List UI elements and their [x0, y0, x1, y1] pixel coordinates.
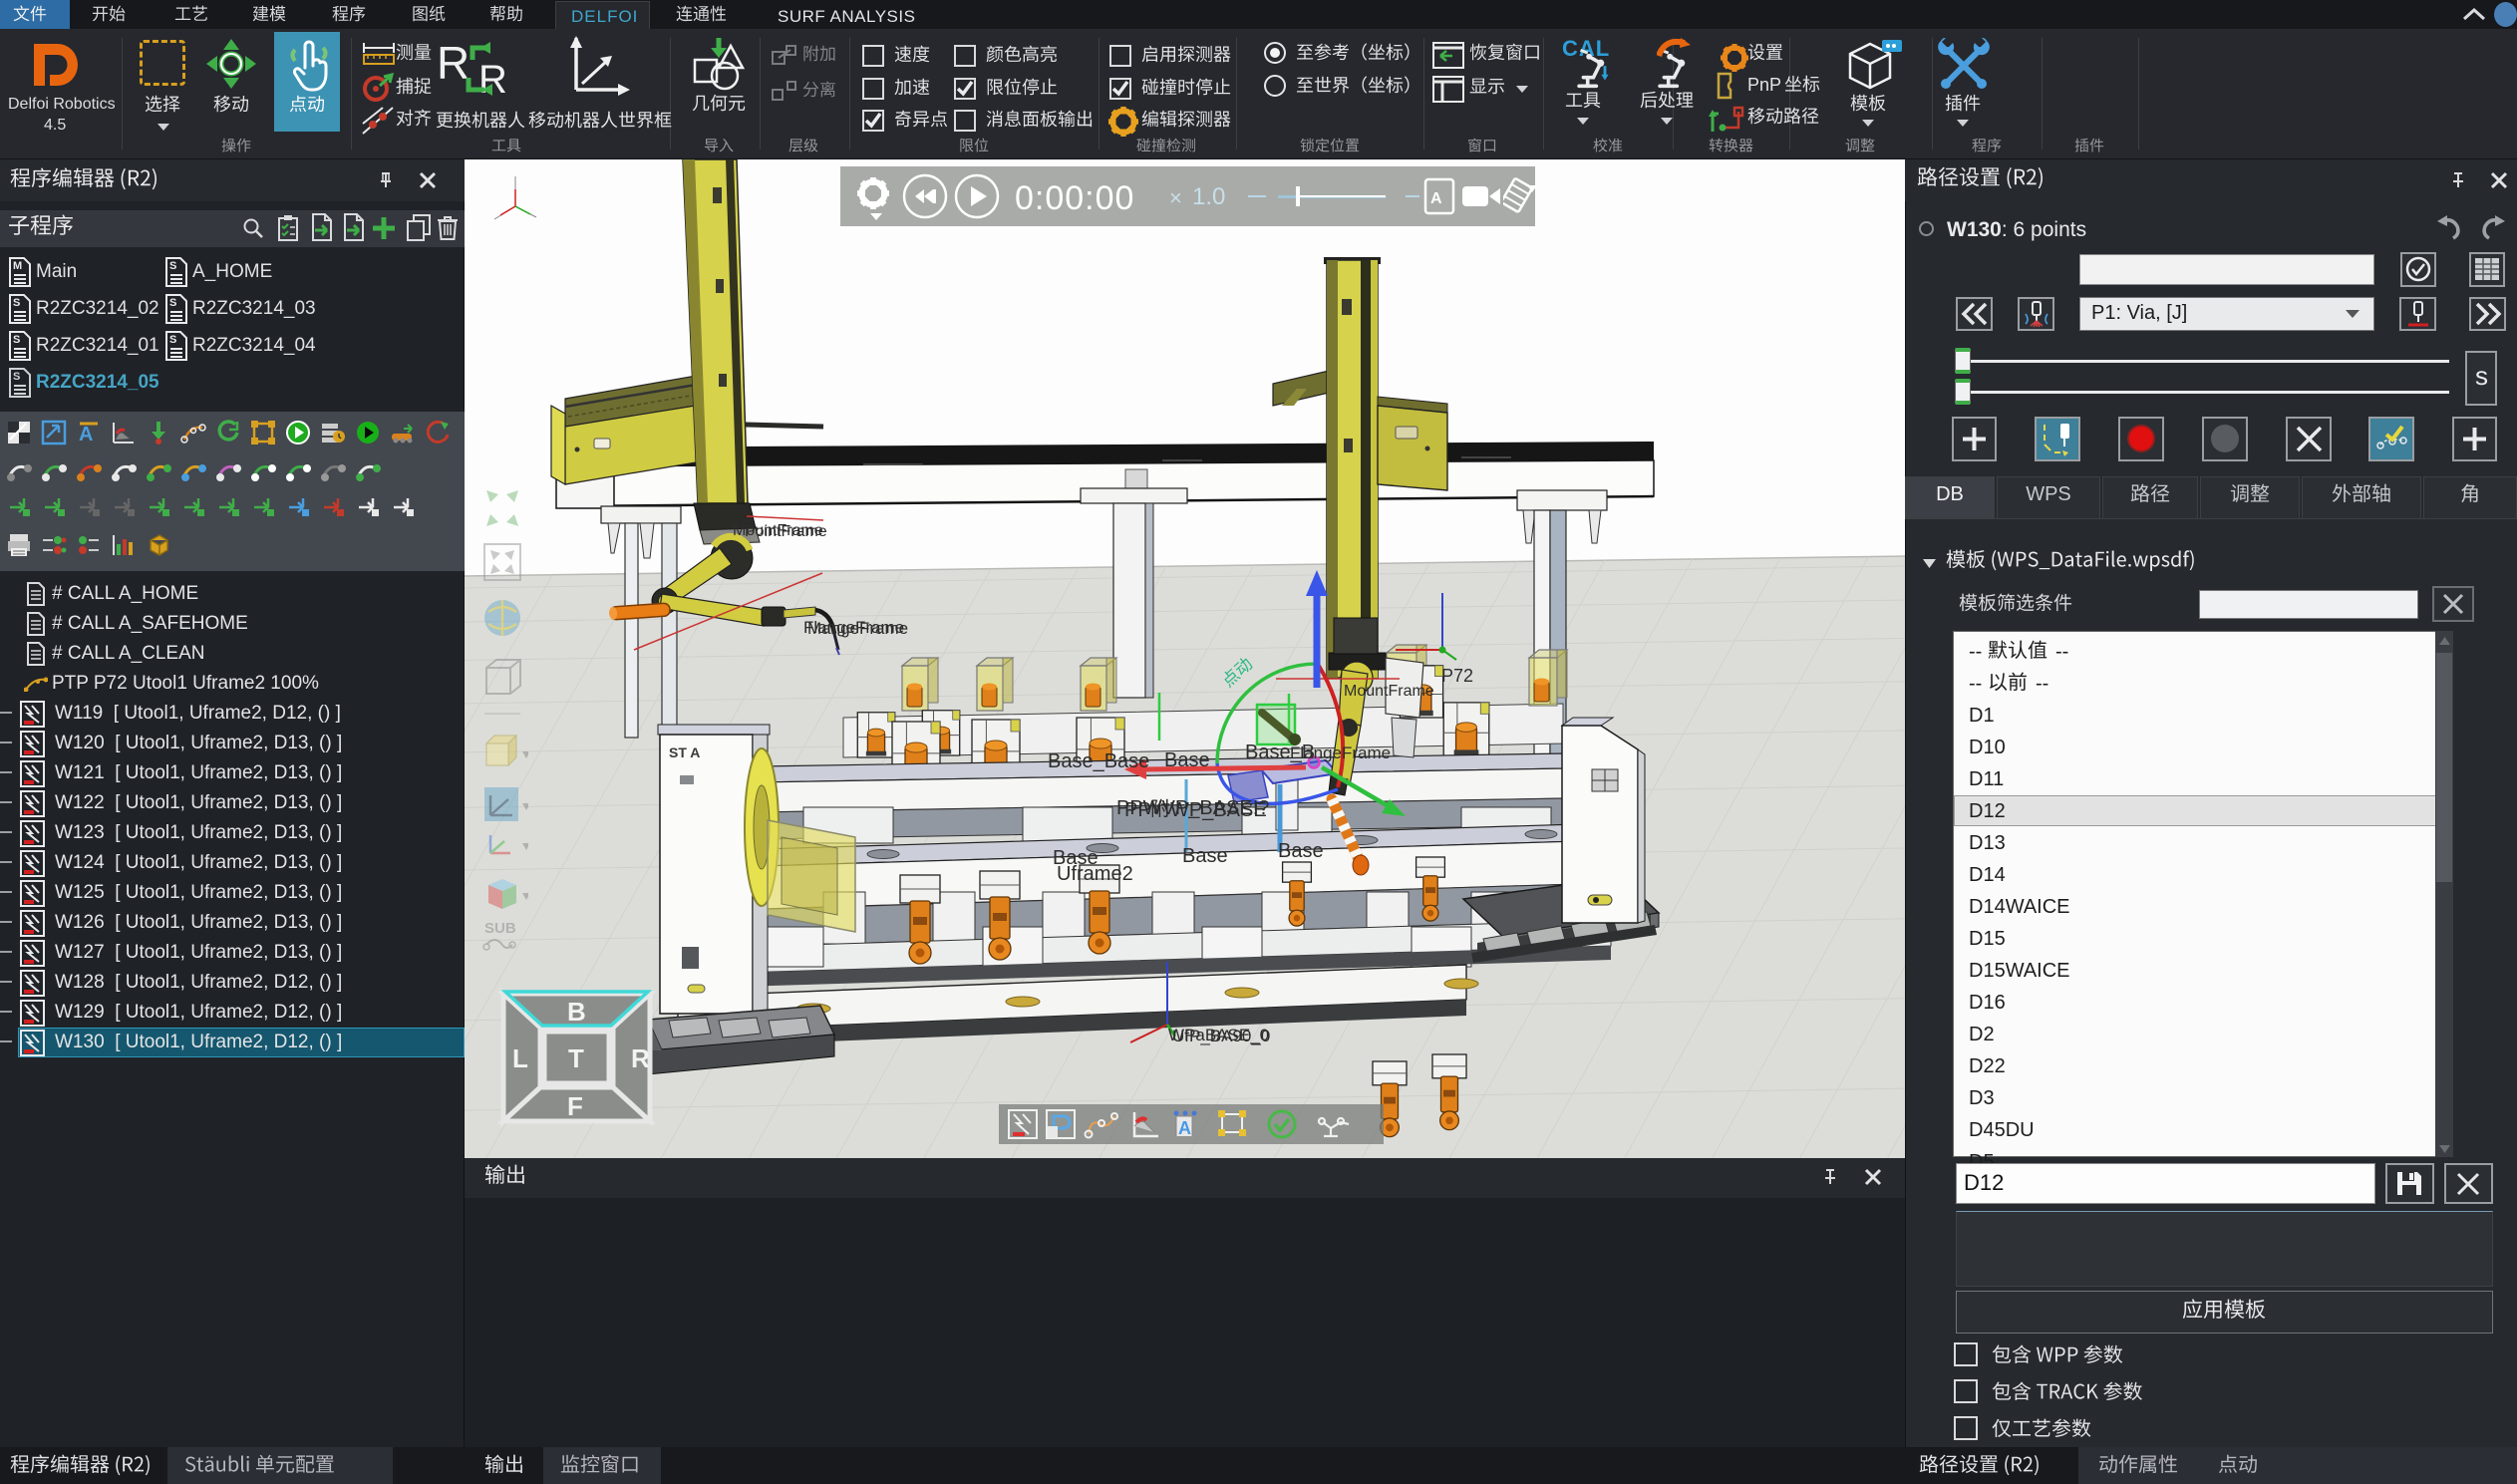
svg-text:B: B — [567, 997, 586, 1027]
svg-text:S: S — [13, 297, 20, 309]
svg-text:S: S — [13, 371, 20, 383]
svg-text:S: S — [169, 334, 176, 346]
svg-text:A: A — [79, 424, 93, 445]
svg-text:S: S — [169, 297, 176, 309]
svg-text:L: L — [512, 1043, 528, 1073]
svg-text:T: T — [568, 1043, 584, 1073]
svg-text:A: A — [1178, 1118, 1191, 1138]
svg-text:SUB: SUB — [484, 920, 516, 937]
svg-text:M: M — [13, 260, 22, 272]
svg-text:S: S — [169, 260, 176, 272]
svg-text:F: F — [567, 1091, 583, 1121]
svg-text:ST A: ST A — [669, 744, 700, 760]
svg-text:S: S — [13, 334, 20, 346]
svg-text:R: R — [631, 1043, 650, 1073]
svg-text:A: A — [1430, 190, 1442, 207]
